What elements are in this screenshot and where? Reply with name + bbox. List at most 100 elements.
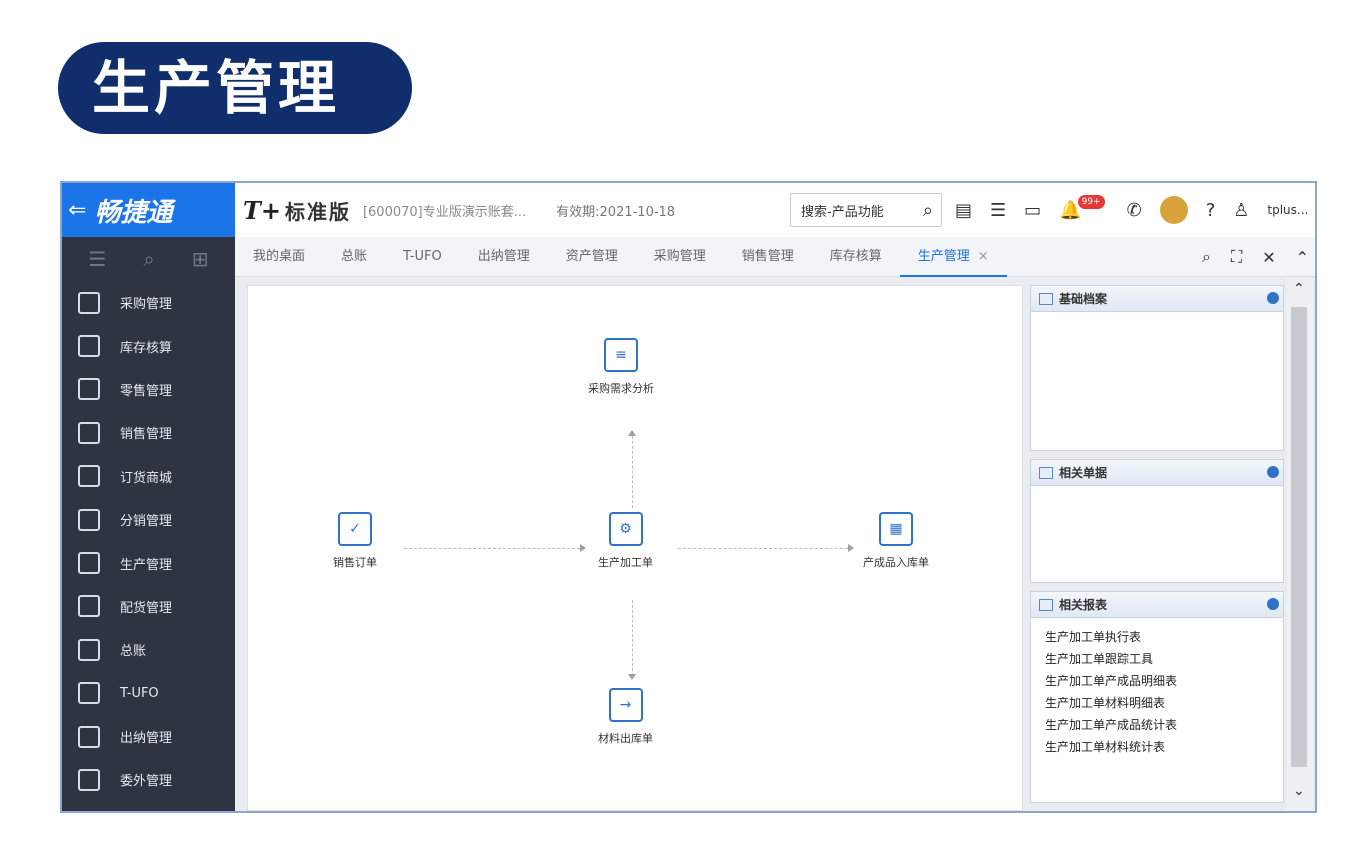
chevron-up-icon[interactable]: ⌃ [1293, 281, 1305, 297]
node-label: 生产加工单 [598, 556, 653, 569]
checklist-icon[interactable]: ☰ [990, 200, 1006, 221]
node-label: 销售订单 [333, 556, 377, 569]
sidebar-item-store[interactable]: 订货商城 [62, 455, 235, 498]
sidebar-item-label: 分销管理 [120, 514, 173, 530]
chevron-up-icon[interactable]: ⌃ [1296, 248, 1309, 267]
store-icon [78, 465, 100, 488]
node-label: 产成品入库单 [863, 556, 929, 569]
collapse-icon[interactable] [1267, 598, 1279, 610]
page-banner-title: 生产管理 [58, 42, 412, 134]
close-icon[interactable]: ✕ [1262, 248, 1275, 267]
report-link[interactable]: 生产加工单材料明细表 [1045, 692, 1269, 714]
sidebar: ⇐ 畅捷通 ☰ ⌕ ⊞ 采购管理 库存核算 零售管理 销售管理 订货商城 分销管… [62, 183, 235, 811]
sidebar-item-label: 销售管理 [120, 427, 173, 443]
brand-bar[interactable]: ⇐ 畅捷通 [62, 183, 235, 237]
close-tab-icon[interactable]: × [978, 249, 989, 264]
node-material-out[interactable]: → 材料出库单 [598, 688, 653, 746]
module-tabs: 我的桌面 总账 T-UFO 出纳管理 资产管理 采购管理 销售管理 库存核算 生… [235, 237, 1315, 277]
chevron-down-icon[interactable]: ⌄ [1293, 783, 1305, 799]
sidebar-item-label: 采购管理 [120, 297, 173, 313]
panel-header: 相关单据 [1031, 460, 1283, 486]
product-logo: T+ [243, 195, 281, 225]
app-window: ⇐ 畅捷通 ☰ ⌕ ⊞ 采购管理 库存核算 零售管理 销售管理 订货商城 分销管… [60, 181, 1317, 813]
arrow-right-icon [848, 544, 854, 552]
search-icon[interactable]: ⌕ [143, 247, 154, 271]
inventory-icon [78, 335, 100, 358]
add-icon[interactable]: ⊞ [192, 247, 209, 271]
report-link[interactable]: 生产加工单执行表 [1045, 626, 1269, 648]
tab-desktop[interactable]: 我的桌面 [235, 237, 323, 277]
message-icon[interactable]: ▭ [1024, 200, 1041, 221]
panel-title: 相关报表 [1059, 598, 1108, 612]
save-icon[interactable]: ▤ [955, 200, 972, 221]
notification-badge: 99+ [1077, 194, 1105, 209]
scrollbar[interactable]: ⌃ ⌄ [1287, 277, 1313, 811]
report-link[interactable]: 生产加工单产成品统计表 [1045, 714, 1269, 736]
tab-sales[interactable]: 销售管理 [724, 237, 812, 277]
tab-inventory[interactable]: 库存核算 [812, 237, 900, 277]
tab-label: 生产管理 [917, 248, 970, 264]
tab-ledger[interactable]: 总账 [323, 237, 385, 277]
search-input[interactable]: 搜索-产品功能 ⌕ [790, 193, 942, 227]
sidebar-item-label: 委外管理 [120, 774, 173, 790]
sidebar-item-cashier[interactable]: 出纳管理 [62, 715, 235, 758]
user-name[interactable]: tplus... [1267, 203, 1308, 217]
help-icon[interactable]: ? [1206, 200, 1216, 221]
node-purchase-analysis[interactable]: ≡ 采购需求分析 [588, 338, 654, 396]
sidebar-item-label: 配货管理 [120, 600, 173, 616]
retail-icon [78, 378, 100, 401]
sidebar-item-delivery[interactable]: 配货管理 [62, 585, 235, 628]
outsource-icon [78, 768, 100, 791]
sidebar-item-production[interactable]: 生产管理 [62, 541, 235, 584]
panel-title: 基础档案 [1059, 292, 1108, 306]
scroll-thumb[interactable] [1291, 307, 1307, 767]
tab-purchase[interactable]: 采购管理 [636, 237, 724, 277]
folder-icon [1039, 292, 1053, 305]
sidebar-item-sales[interactable]: 销售管理 [62, 411, 235, 454]
search-icon[interactable]: ⌕ [923, 200, 933, 221]
report-link[interactable]: 生产加工单跟踪工具 [1045, 648, 1269, 670]
search-placeholder: 搜索-产品功能 [801, 204, 884, 220]
sidebar-item-ledger[interactable]: 总账 [62, 628, 235, 671]
fullscreen-icon[interactable]: ⛶ [1231, 247, 1242, 267]
sidebar-item-label: T-UFO [120, 685, 159, 701]
node-production-order[interactable]: ⚙ 生产加工单 [598, 512, 653, 570]
report-link[interactable]: 生产加工单材料统计表 [1045, 736, 1269, 758]
tab-assets[interactable]: 资产管理 [548, 237, 636, 277]
search-icon[interactable]: ⌕ [1202, 247, 1211, 267]
bell-icon[interactable]: 🔔99+ [1059, 194, 1108, 221]
order-icon: ✓ [338, 512, 372, 546]
tab-cashier[interactable]: 出纳管理 [460, 237, 548, 277]
sales-chart-icon [78, 421, 100, 444]
sidebar-item-distribution[interactable]: 分销管理 [62, 498, 235, 541]
menu-icon[interactable]: ☰ [89, 247, 107, 271]
phone-icon[interactable]: ✆ [1127, 200, 1142, 221]
tab-production[interactable]: 生产管理 × [899, 237, 1007, 277]
sidebar-item-retail[interactable]: 零售管理 [62, 368, 235, 411]
sidebar-item-inventory[interactable]: 库存核算 [62, 324, 235, 367]
tab-tufo[interactable]: T-UFO [385, 237, 460, 277]
connector-line [404, 548, 580, 549]
brand-name: 畅捷通 [94, 197, 173, 228]
validity-date: 有效期:2021-10-18 [556, 204, 676, 220]
collapse-icon[interactable] [1267, 466, 1279, 478]
outbound-icon: → [608, 688, 643, 722]
user-icon[interactable]: ♙ [1233, 200, 1249, 221]
arrow-up-icon [628, 430, 636, 436]
sidebar-item-outsource[interactable]: 委外管理 [62, 758, 235, 801]
collapse-icon[interactable] [1267, 292, 1279, 304]
node-finished-goods-in[interactable]: ▦ 产成品入库单 [863, 512, 929, 570]
report-link[interactable]: 生产加工单产成品明细表 [1045, 670, 1269, 692]
sidebar-item-tufo[interactable]: T-UFO [62, 672, 235, 715]
mascot-avatar[interactable] [1159, 196, 1188, 224]
connector-line [632, 436, 633, 508]
edition-label: 标准版 [284, 199, 351, 224]
collapse-arrow-icon[interactable]: ⇐ [68, 198, 86, 223]
sidebar-item-purchase[interactable]: 采购管理 [62, 281, 235, 324]
top-icons: ▤ ☰ ▭ 🔔99+ ✆ ? ♙ tplus... [955, 183, 1308, 237]
flow-canvas: ≡ 采购需求分析 ✓ 销售订单 ⚙ 生产加工单 ▦ 产成品入库单 → 材料出库单 [247, 285, 1023, 811]
document-icon: ≡ [604, 338, 638, 372]
cart-icon [78, 291, 100, 314]
node-sales-order[interactable]: ✓ 销售订单 [333, 512, 377, 570]
account-name[interactable]: [600070]专业版演示账套... [363, 201, 526, 220]
